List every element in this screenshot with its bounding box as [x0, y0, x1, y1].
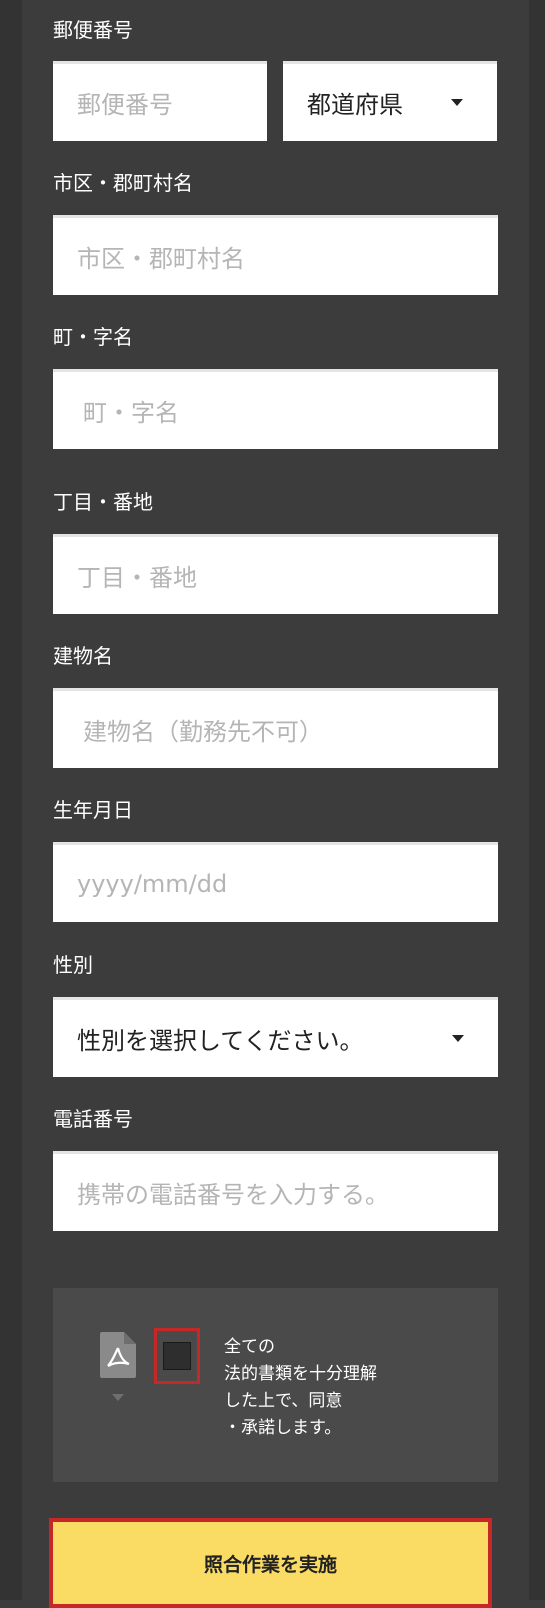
- postal-code-input[interactable]: 郵便番号: [53, 61, 267, 141]
- block-label: 丁目・番地: [53, 490, 153, 514]
- birthdate-label: 生年月日: [53, 798, 133, 822]
- pdf-icon[interactable]: [100, 1332, 136, 1378]
- town-input[interactable]: 町・字名: [53, 369, 498, 449]
- consent-text: 全ての 法的書類を十分理解 した上で、同意 ・承諾します。: [224, 1337, 377, 1438]
- consent-checkbox-highlight[interactable]: [154, 1328, 200, 1384]
- prefecture-select[interactable]: 都道府県: [283, 61, 497, 141]
- left-edge: [0, 0, 22, 1600]
- pdf-dropdown-caret-icon[interactable]: [112, 1394, 124, 1401]
- submit-verification-button[interactable]: 照合作業を実施: [49, 1518, 492, 1608]
- consent-panel: 全ての 法的書類を十分理解 した上で、同意 ・承諾します。: [53, 1288, 498, 1482]
- city-label: 市区・郡町村名: [53, 171, 193, 195]
- phone-input[interactable]: 携帯の電話番号を入力する。: [53, 1151, 498, 1231]
- block-input[interactable]: 丁目・番地: [53, 534, 498, 614]
- postal-code-label: 郵便番号: [53, 18, 133, 42]
- consent-checkbox[interactable]: [163, 1342, 191, 1370]
- gender-label: 性別: [53, 953, 93, 977]
- gender-select[interactable]: 性別を選択してください。: [53, 997, 498, 1077]
- prefecture-select-value: 都道府県: [307, 91, 403, 119]
- chevron-down-icon: [452, 1035, 464, 1042]
- chevron-down-icon: [451, 99, 463, 106]
- building-input[interactable]: 建物名（勤務先不可）: [53, 688, 498, 768]
- right-edge: [529, 0, 545, 1600]
- birthdate-input[interactable]: yyyy/mm/dd: [53, 842, 498, 922]
- building-label: 建物名: [53, 644, 113, 668]
- city-input[interactable]: 市区・郡町村名: [53, 215, 498, 295]
- gender-select-value: 性別を選択してください。: [77, 1027, 364, 1055]
- phone-label: 電話番号: [53, 1107, 133, 1131]
- town-label: 町・字名: [53, 325, 133, 349]
